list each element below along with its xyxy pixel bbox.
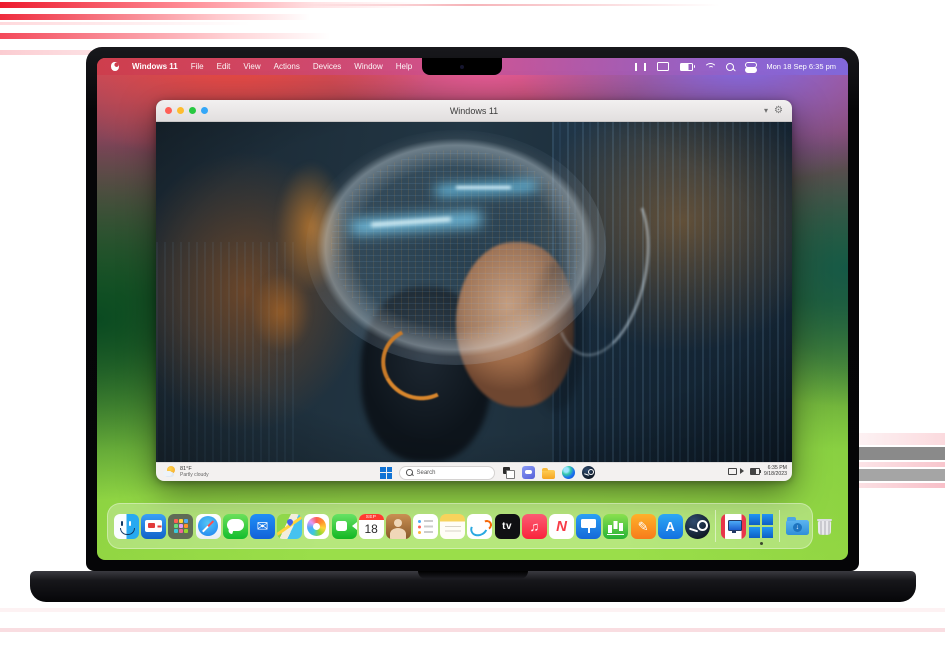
dock-item-app-store[interactable]: A	[658, 514, 683, 539]
taskbar-weather-widget[interactable]: 81°F Partly cloudy	[163, 465, 209, 478]
decor-stripe	[0, 22, 250, 25]
taskbar-center: Search	[380, 466, 595, 480]
macos-desktop: Windows 11 File Edit View Actions Device…	[97, 58, 848, 560]
menu-window[interactable]: Window	[354, 62, 382, 71]
display-notch	[422, 58, 502, 75]
dock-item-news[interactable]: N	[549, 514, 574, 539]
dock-item-freeform[interactable]	[467, 514, 492, 539]
decor-stripe	[0, 608, 945, 612]
control-center-icon[interactable]	[745, 62, 755, 71]
menubar-clock[interactable]: Mon 18 Sep 6:35 pm	[766, 62, 836, 71]
dock-separator	[715, 510, 716, 542]
dock-item-apple-tv[interactable]: tv	[495, 514, 520, 539]
music-glyph: ♫	[529, 520, 539, 533]
camera-dot	[460, 65, 464, 69]
vm-window-title: Windows 11	[156, 106, 792, 116]
calendar-day: 18	[365, 520, 378, 538]
tray-icons	[728, 468, 760, 475]
tv-label: tv	[502, 521, 512, 532]
chat-icon[interactable]	[522, 466, 535, 479]
dock-item-notes[interactable]	[440, 514, 465, 539]
vm-window-titlebar[interactable]: Windows 11 ▾ ⚙	[156, 100, 792, 122]
search-placeholder: Search	[417, 470, 436, 476]
dock-item-pages[interactable]: ✎	[631, 514, 656, 539]
decor-stripe	[0, 2, 420, 8]
dock-item-photos[interactable]	[304, 514, 329, 539]
file-explorer-icon[interactable]	[542, 470, 555, 479]
decor-stripe	[850, 433, 945, 445]
macos-dock: ✉ SEP 18 tv ♫ N ✎ A ↓	[107, 503, 813, 549]
search-icon	[406, 469, 413, 476]
decor-stripe	[0, 628, 945, 632]
tray-speaker-icon[interactable]	[740, 468, 747, 474]
laptop-base-notch	[418, 571, 528, 579]
weather-icon	[163, 465, 176, 478]
news-glyph: N	[556, 518, 567, 535]
tray-battery-icon[interactable]	[750, 468, 760, 475]
search-icon[interactable]	[726, 63, 734, 71]
dock-separator	[779, 510, 780, 542]
laptop-base	[30, 571, 916, 602]
tray-display-icon[interactable]	[728, 468, 737, 475]
tray-date: 9/18/2023	[764, 471, 787, 477]
laptop-screen-bezel: Windows 11 File Edit View Actions Device…	[86, 47, 859, 571]
menu-file[interactable]: File	[191, 62, 204, 71]
apple-menu-icon[interactable]	[111, 62, 119, 71]
appstore-glyph: A	[666, 519, 675, 534]
dock-item-messages[interactable]	[223, 514, 248, 539]
decor-stripe	[850, 483, 945, 488]
weather-condition: Partly cloudy	[180, 472, 209, 478]
edge-icon[interactable]	[562, 466, 575, 479]
wallpaper-art	[156, 122, 792, 462]
decor-stripe	[850, 469, 945, 481]
steam-icon[interactable]	[582, 466, 595, 479]
menubar-status-area: Mon 18 Sep 6:35 pm	[635, 62, 848, 71]
pen-glyph: ✎	[638, 520, 649, 533]
dock-item-keynote[interactable]	[576, 514, 601, 539]
dock-item-trash[interactable]	[812, 514, 837, 539]
dock-item-windows-11[interactable]	[749, 514, 774, 539]
dock-item-contacts[interactable]	[386, 514, 411, 539]
dock-item-parallels-client[interactable]	[141, 514, 166, 539]
dock-item-music[interactable]: ♫	[522, 514, 547, 539]
dock-item-downloads[interactable]: ↓	[785, 514, 810, 539]
dock-item-parallels-desktop[interactable]	[721, 514, 746, 539]
decor-stripe	[850, 462, 945, 467]
display-icon[interactable]	[657, 62, 669, 71]
menu-actions[interactable]: Actions	[274, 62, 300, 71]
menu-view[interactable]: View	[243, 62, 260, 71]
dock-item-facetime[interactable]	[332, 514, 357, 539]
download-arrow-icon: ↓	[793, 523, 802, 532]
battery-icon[interactable]	[680, 63, 693, 71]
dock-item-maps[interactable]	[277, 514, 302, 539]
decor-stripe	[0, 14, 310, 20]
menubar-app-name[interactable]: Windows 11	[132, 62, 178, 71]
menu-help[interactable]: Help	[396, 62, 412, 71]
dock-item-mail[interactable]: ✉	[250, 514, 275, 539]
decor-stripe	[0, 33, 330, 39]
vm-window: Windows 11 ▾ ⚙	[156, 100, 792, 480]
taskbar-tray[interactable]: 6:35 PM 9/18/2023	[728, 465, 787, 478]
taskbar-search-box[interactable]: Search	[399, 466, 495, 480]
dock-item-numbers[interactable]	[603, 514, 628, 539]
task-view-icon[interactable]	[502, 466, 515, 479]
dock-item-safari[interactable]	[196, 514, 221, 539]
decor-stripe	[300, 4, 720, 6]
mail-glyph: ✉	[257, 519, 269, 533]
dock-item-steam[interactable]	[685, 514, 710, 539]
dock-item-calendar[interactable]: SEP 18	[359, 514, 384, 539]
menu-devices[interactable]: Devices	[313, 62, 341, 71]
parallels-icon[interactable]	[635, 63, 646, 71]
decor-stripe	[850, 447, 945, 460]
menu-edit[interactable]: Edit	[217, 62, 231, 71]
start-button[interactable]	[380, 467, 392, 479]
tray-clock[interactable]: 6:35 PM 9/18/2023	[764, 465, 787, 478]
dock-item-launchpad[interactable]	[168, 514, 193, 539]
wifi-icon[interactable]	[704, 63, 715, 71]
dock-item-reminders[interactable]	[413, 514, 438, 539]
vm-desktop-wallpaper	[156, 122, 792, 462]
windows-taskbar: 81°F Partly cloudy Search	[156, 462, 792, 481]
menubar-left: Windows 11 File Edit View Actions Device…	[97, 62, 412, 71]
dock-item-finder[interactable]	[114, 514, 139, 539]
